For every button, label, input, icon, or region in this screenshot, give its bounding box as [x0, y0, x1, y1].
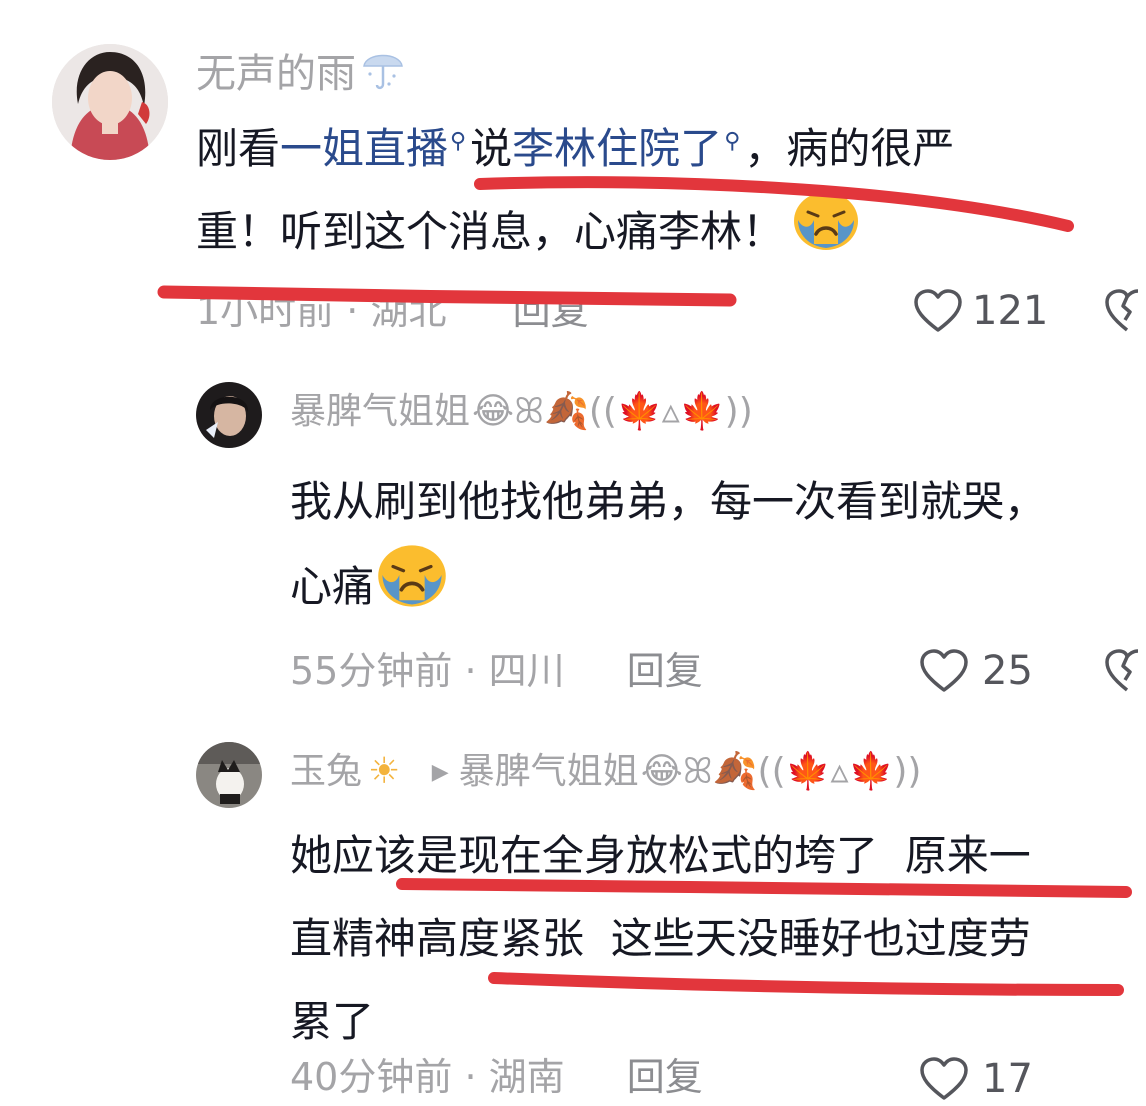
- comment-text-line: 直精神高度紧张 这些天没睡好也过度劳: [290, 914, 1031, 963]
- search-link[interactable]: 一姐直播: [280, 124, 448, 173]
- comment-meta: 1小时前 · 湖北 回复: [196, 286, 589, 336]
- username-text: 暴脾气姐姐: [290, 391, 471, 432]
- avatar[interactable]: [52, 44, 168, 160]
- broken-heart-icon: [1105, 289, 1139, 332]
- comment-text-part: ，病的很严: [744, 124, 955, 173]
- comment-text-part: 刚看: [196, 124, 281, 173]
- comment-text-line: 累了: [290, 997, 375, 1046]
- comment-username[interactable]: 暴脾气姐姐😂ꕤ🍂((🍁▵🍁)): [290, 384, 753, 440]
- heart-icon: [920, 1057, 968, 1100]
- search-link[interactable]: 李林住院了: [512, 124, 722, 173]
- comment-meta: 55分钟前 · 四川 回复: [290, 646, 703, 696]
- comment-time: 55分钟前: [290, 649, 453, 693]
- meta-dot: ·: [346, 289, 371, 333]
- username-text: 玉兔: [290, 751, 363, 792]
- comment-text: 刚看一姐直播⚲说李林住院了⚲，病的很严 重！听到这个消息，心痛李林！: [196, 100, 1096, 279]
- search-icon: ⚲: [450, 129, 467, 154]
- avatar-image: [196, 742, 262, 808]
- crying-face-icon: [790, 190, 862, 279]
- comment-text-part: 重！听到这个消息，心痛李林！: [196, 207, 785, 256]
- crying-face-icon: [374, 543, 450, 636]
- like-count: 17: [982, 1056, 1033, 1102]
- umbrella-rain-icon: [360, 44, 406, 108]
- avatar-image: [196, 382, 262, 448]
- comment-username[interactable]: 无声的雨: [196, 44, 406, 108]
- search-icon: ⚲: [724, 129, 741, 154]
- comment-meta: 40分钟前 · 湖南 回复: [290, 1052, 703, 1102]
- comment-text: 她应该是现在全身放松式的垮了 原来一 直精神高度紧张 这些天没睡好也过度劳 累了: [290, 814, 1146, 1063]
- comment-username[interactable]: 玉兔 ☀ ▶ 暴脾气姐姐😂ꕤ🍂((🍁▵🍁)): [290, 744, 921, 801]
- avatar-image: [52, 44, 168, 160]
- username-decoration: 😂ꕤ🍂((🍁▵🍁)): [472, 391, 753, 432]
- reply-button[interactable]: 回复: [627, 649, 703, 693]
- comment-text-line: 我从刷到他找他弟弟，每一次看到就哭，: [290, 477, 1047, 526]
- comment-location: 四川: [488, 649, 565, 693]
- comment-time: 1小时前: [196, 289, 335, 333]
- avatar[interactable]: [196, 742, 262, 808]
- comment-location: 湖南: [488, 1055, 565, 1099]
- reply-button[interactable]: 回复: [627, 1055, 703, 1099]
- meta-dot: ·: [464, 1055, 489, 1099]
- reply-to-username[interactable]: 暴脾气姐姐: [459, 751, 639, 792]
- reply-arrow-icon: ▶: [431, 760, 449, 785]
- like-button[interactable]: 17: [918, 1052, 1033, 1106]
- dislike-button[interactable]: [1104, 648, 1146, 698]
- like-count: 121: [972, 288, 1049, 334]
- like-button[interactable]: 121: [912, 284, 1048, 338]
- like-button[interactable]: 25: [918, 644, 1033, 698]
- sun-icon: ☀: [368, 751, 401, 792]
- meta-dot: ·: [464, 649, 489, 693]
- comment-text-part: 心痛: [290, 562, 375, 611]
- dislike-button[interactable]: [1104, 288, 1146, 338]
- comment-text-part: 说: [470, 124, 513, 173]
- username-decoration: 😂ꕤ🍂((🍁▵🍁)): [640, 751, 922, 792]
- like-count: 25: [982, 648, 1033, 694]
- username-text: 无声的雨: [196, 51, 356, 97]
- reply-button[interactable]: 回复: [513, 289, 589, 333]
- broken-heart-icon: [1105, 649, 1139, 692]
- heart-icon: [914, 289, 962, 332]
- heart-icon: [920, 649, 968, 692]
- comment-text-line: 她应该是现在全身放松式的垮了 原来一: [290, 831, 1031, 880]
- comment-location: 湖北: [370, 289, 447, 333]
- comment-text: 我从刷到他找他弟弟，每一次看到就哭， 心痛: [290, 460, 1146, 636]
- comment-time: 40分钟前: [290, 1055, 453, 1099]
- avatar[interactable]: [196, 382, 262, 448]
